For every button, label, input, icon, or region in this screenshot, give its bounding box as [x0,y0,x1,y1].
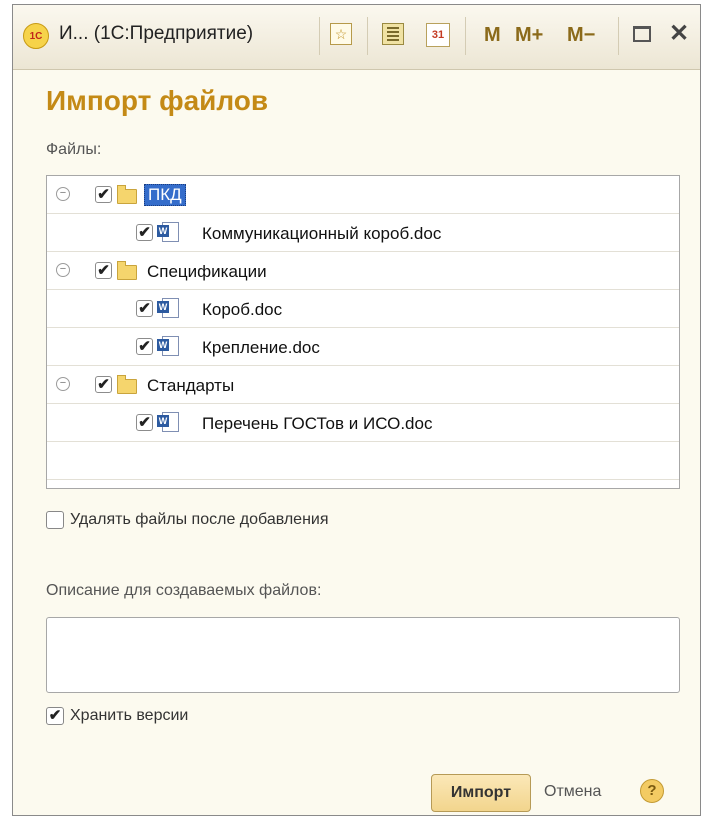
1c-logo-icon: 1С [23,23,49,49]
toolbar-separator [367,17,368,55]
cancel-link[interactable]: Отмена [544,783,601,801]
tree-item-label: ПКД [144,184,186,206]
tree-row-file[interactable]: ✔ W Коммуникационный короб.doc [47,214,679,252]
tree-checkbox[interactable]: ✔ [136,414,153,431]
tree-row-file[interactable]: ✔ W Короб.doc [47,290,679,328]
delete-after-add-label: Удалять файлы после добавления [70,511,329,528]
word-doc-icon: W [157,412,179,432]
word-doc-icon: W [157,336,179,356]
tree-item-label: Стандарты [147,376,235,395]
files-label: Файлы: [46,141,102,158]
maximize-icon[interactable] [633,26,651,42]
tree-row-folder-standards[interactable]: − ✔ Стандарты [47,366,679,404]
title-bar: 1С И... (1С:Предприятие) ☆ 31 M M+ M− ✕ [13,5,700,70]
tree-checkbox[interactable]: ✔ [136,224,153,241]
tree-item-label: Короб.doc [202,300,283,319]
delete-after-add-option[interactable]: Удалять файлы после добавления [46,511,329,529]
calendar-icon[interactable]: 31 [426,23,450,47]
tree-empty-row [47,442,679,480]
tree-item-label: Крепление.doc [202,338,320,357]
tree-row-folder-pkd[interactable]: − ✔ ПКД [47,176,679,214]
tree-item-label: Коммуникационный короб.doc [202,224,442,243]
keep-versions-option[interactable]: ✔ Хранить версии [46,707,188,725]
toolbar-separator [319,17,320,55]
description-label: Описание для создаваемых файлов: [46,582,322,599]
tree-item-label: Перечень ГОСТов и ИСО.doc [202,414,433,433]
memory-minus-button[interactable]: M− [567,24,595,47]
word-doc-icon: W [157,222,179,242]
tree-row-folder-specs[interactable]: − ✔ Спецификации [47,252,679,290]
form-heading: Импорт файлов [46,85,269,116]
close-icon[interactable]: ✕ [669,19,689,48]
files-tree[interactable]: − ✔ ПКД ✔ W Коммуникационный короб.doc −… [46,175,680,489]
memory-plus-button[interactable]: M+ [515,24,543,47]
folder-icon [117,375,137,394]
word-doc-icon: W [157,298,179,318]
favorite-star-icon[interactable]: ☆ [330,23,352,45]
toolbar-separator [465,17,466,55]
tree-checkbox[interactable]: ✔ [136,300,153,317]
folder-icon [117,185,137,204]
tree-item-label: Спецификации [147,262,267,281]
description-field[interactable] [46,617,680,693]
tree-checkbox[interactable]: ✔ [95,262,112,279]
tree-checkbox[interactable]: ✔ [95,376,112,393]
keep-versions-label: Хранить версии [70,707,189,724]
tree-row-file[interactable]: ✔ W Перечень ГОСТов и ИСО.doc [47,404,679,442]
collapse-icon[interactable]: − [56,377,70,391]
tree-checkbox[interactable]: ✔ [136,338,153,355]
keep-versions-checkbox[interactable]: ✔ [46,707,64,725]
delete-after-add-checkbox[interactable] [46,511,64,529]
import-files-window: 1С И... (1С:Предприятие) ☆ 31 M M+ M− ✕ … [12,4,701,816]
help-icon[interactable]: ? [640,779,664,803]
calculator-icon[interactable] [382,23,404,45]
tree-row-file[interactable]: ✔ W Крепление.doc [47,328,679,366]
memory-m-button[interactable]: M [484,24,501,47]
collapse-icon[interactable]: − [56,187,70,201]
collapse-icon[interactable]: − [56,263,70,277]
window-title: И... (1С:Предприятие) [59,23,254,44]
tree-checkbox[interactable]: ✔ [95,186,112,203]
toolbar-separator [618,17,619,55]
import-button[interactable]: Импорт [431,774,531,812]
folder-icon [117,261,137,280]
